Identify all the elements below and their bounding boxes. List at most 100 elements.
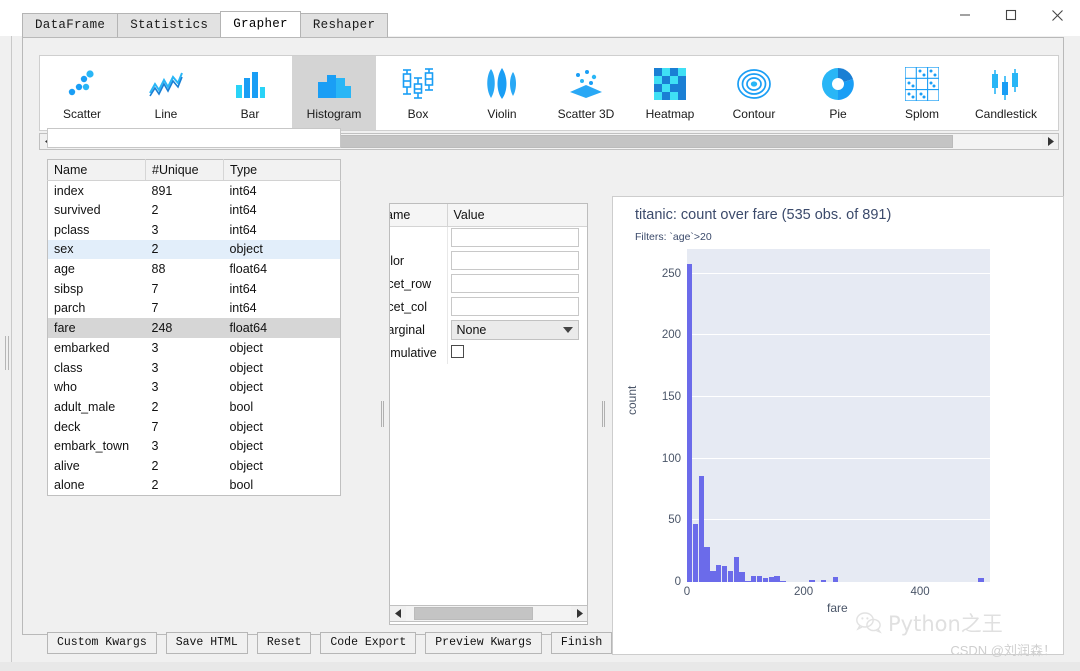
finish-button[interactable]: Finish <box>550 632 613 654</box>
property-row: facet_col <box>390 295 587 318</box>
scroll-right-arrow[interactable] <box>1042 134 1058 149</box>
histogram-bar[interactable] <box>745 580 751 582</box>
table-row[interactable]: survived 2 int64 <box>48 200 341 220</box>
minimize-button[interactable] <box>942 0 988 30</box>
chart-type-line[interactable]: Line <box>124 56 208 130</box>
facet_row-input[interactable] <box>450 274 579 293</box>
y-tick-label: 0 <box>674 576 681 588</box>
column-name-cell: adult_male <box>54 399 116 414</box>
chart-type-violin[interactable]: Violin <box>460 56 544 130</box>
chart-type-box[interactable]: Box <box>376 56 460 130</box>
column-header-name[interactable]: Name <box>47 159 146 181</box>
chart-type-label: Splom <box>904 107 939 121</box>
scroll-right-arrow[interactable] <box>571 606 587 621</box>
histogram-bar[interactable] <box>978 578 984 582</box>
table-row[interactable]: pclass 3 int64 <box>48 220 341 240</box>
column-unique-cell: 2 <box>151 478 159 493</box>
chart-type-histogram[interactable]: Histogram <box>292 56 376 130</box>
histogram-bar[interactable] <box>692 524 699 582</box>
middle-chart-splitter[interactable] <box>600 203 607 625</box>
table-row[interactable]: adult_male 2 bool <box>48 397 341 417</box>
table-row[interactable]: alive 2 object <box>48 456 341 476</box>
histogram-bar[interactable] <box>780 580 786 582</box>
table-row[interactable]: sibsp 7 int64 <box>48 279 341 299</box>
chart-type-candlestick[interactable]: Candlestick <box>964 56 1048 130</box>
chart-type-splom[interactable]: Splom <box>880 56 964 130</box>
table-row[interactable]: parch 7 int64 <box>48 299 341 319</box>
chart-type-pie[interactable]: Pie <box>796 56 880 130</box>
histogram-bar[interactable] <box>832 577 838 582</box>
histogram-bar[interactable] <box>710 570 716 582</box>
chart-type-label: Bar <box>240 107 260 121</box>
chart-type-contour[interactable]: Contour <box>712 56 796 130</box>
histogram-bar[interactable] <box>727 570 734 582</box>
column-unique-cell: 2 <box>145 239 224 260</box>
table-row[interactable]: alone 2 bool <box>48 476 341 496</box>
table-row[interactable]: fare 248 float64 <box>47 318 341 338</box>
y-tick-label: 200 <box>661 329 681 342</box>
chart-type-scatter[interactable]: Scatter <box>40 56 124 130</box>
chart-type-wordcloud[interactable]: V <box>1048 56 1058 130</box>
chart-type-label: Scatter 3D <box>557 107 615 121</box>
color-input[interactable] <box>450 251 579 270</box>
column-unique-cell: 3 <box>151 340 159 355</box>
save-html-button[interactable]: Save HTML <box>165 632 248 654</box>
histogram-plot-area[interactable] <box>687 249 990 582</box>
cumulative-checkbox[interactable] <box>450 344 464 358</box>
scroll-track[interactable] <box>406 606 571 621</box>
left-edge-splitter[interactable] <box>0 36 14 671</box>
histogram-bar[interactable] <box>821 579 827 582</box>
table-row[interactable]: who 3 object <box>48 377 341 397</box>
histogram-bar[interactable] <box>698 475 704 582</box>
column-search-input[interactable] <box>48 129 340 147</box>
column-name-cell: pclass <box>54 222 90 237</box>
column-type-cell: int64 <box>229 183 257 198</box>
histogram-bar[interactable] <box>733 557 739 582</box>
scroll-thumb[interactable] <box>414 607 534 620</box>
column-name-cell: sex <box>47 239 146 260</box>
property-value-cell <box>447 341 587 364</box>
histogram-bar[interactable] <box>721 565 728 582</box>
properties-horizontal-scrollbar[interactable] <box>389 605 588 622</box>
table-row[interactable]: index 891 int64 <box>48 181 341 201</box>
chart-type-bar[interactable]: Bar <box>208 56 292 130</box>
histogram-bar[interactable] <box>687 263 693 582</box>
close-button[interactable] <box>1034 0 1080 30</box>
custom-kwargs-button[interactable]: Custom Kwargs <box>47 632 157 654</box>
tab-reshaper[interactable]: Reshaper <box>299 13 389 37</box>
table-row[interactable]: deck 7 object <box>48 417 341 437</box>
histogram-bar[interactable] <box>751 575 757 582</box>
chart-type-scatter-3d[interactable]: Scatter 3D <box>544 56 628 130</box>
left-middle-splitter[interactable] <box>379 203 386 625</box>
chart-type-heatmap[interactable]: Heatmap <box>628 56 712 130</box>
tab-statistics[interactable]: Statistics <box>117 13 222 37</box>
column-search-box[interactable] <box>47 128 341 148</box>
tab-dataframe[interactable]: DataFrame <box>22 13 119 37</box>
table-row[interactable]: embarked 3 object <box>48 338 341 358</box>
column-header-type[interactable]: Type <box>223 159 341 181</box>
histogram-bar[interactable] <box>756 575 763 582</box>
facet_col-input[interactable] <box>450 297 579 316</box>
table-row[interactable]: sex 2 object <box>47 239 341 260</box>
table-row[interactable]: class 3 object <box>48 358 341 378</box>
x-input[interactable] <box>450 228 579 248</box>
marginal-select[interactable]: None <box>450 319 579 340</box>
histogram-bar[interactable] <box>704 547 710 582</box>
column-name-cell: index <box>54 183 84 198</box>
column-header-unique[interactable]: #Unique <box>145 159 224 181</box>
histogram-bar[interactable] <box>768 577 774 582</box>
scroll-left-arrow[interactable] <box>390 606 406 621</box>
histogram-bar[interactable] <box>716 564 722 582</box>
histogram-bar[interactable] <box>809 579 815 582</box>
reset-button[interactable]: Reset <box>256 632 312 654</box>
table-row[interactable]: embark_town 3 object <box>48 436 341 456</box>
histogram-bar[interactable] <box>739 572 745 582</box>
table-row[interactable]: age 88 float64 <box>48 259 341 279</box>
tab-grapher[interactable]: Grapher <box>220 11 301 37</box>
code-export-button[interactable]: Code Export <box>320 632 417 654</box>
preview-kwargs-button[interactable]: Preview Kwargs <box>425 632 542 654</box>
histogram-bar[interactable] <box>762 578 769 582</box>
maximize-button[interactable] <box>988 0 1034 30</box>
column-unique-cell: 891 <box>151 183 173 198</box>
histogram-bar[interactable] <box>774 575 780 582</box>
